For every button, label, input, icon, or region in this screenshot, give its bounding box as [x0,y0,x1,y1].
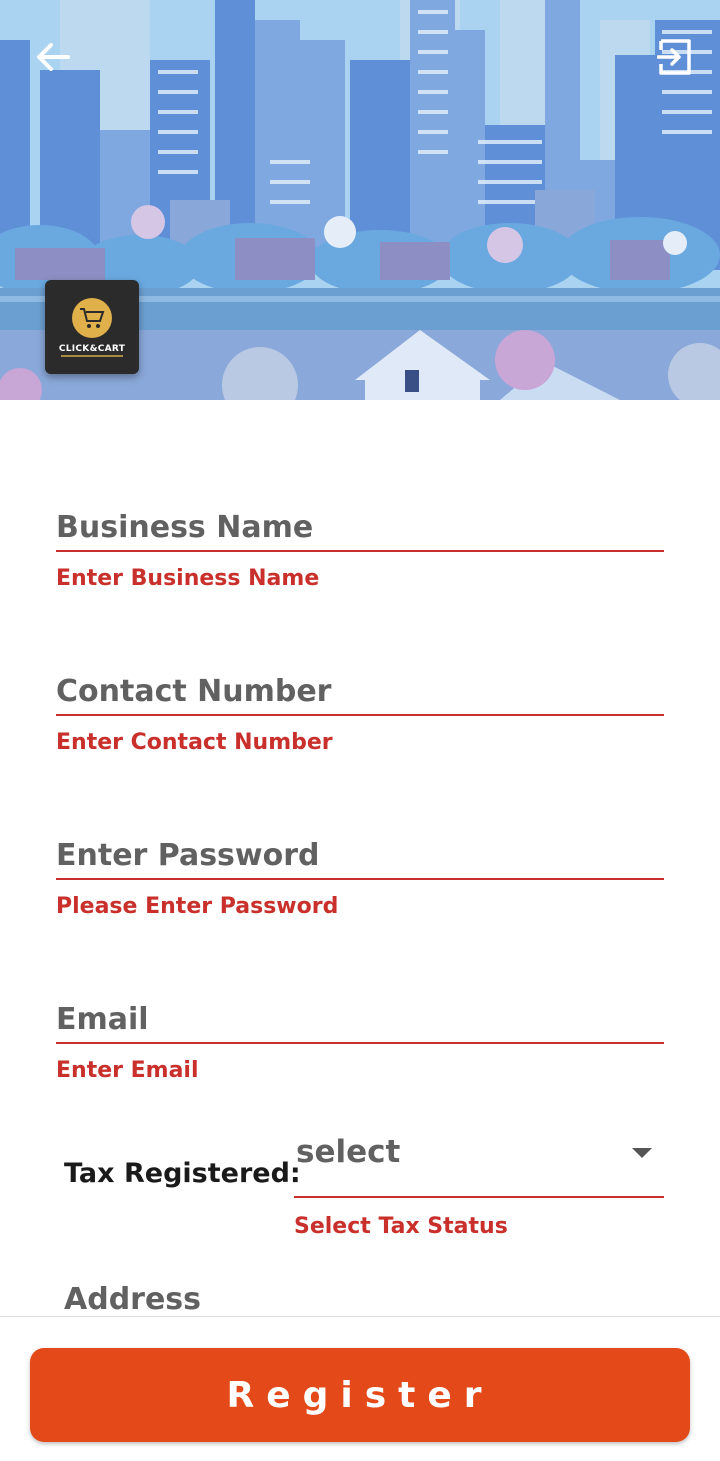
header-banner: CLICK&CART [0,0,720,400]
contact-number-input[interactable] [56,598,664,716]
exit-to-app-icon [657,39,691,75]
logo-text: CLICK&CART [58,343,126,354]
contact-number-error: Enter Contact Number [56,730,333,755]
tax-registered-label: Tax Registered: [64,1158,301,1189]
password-field: Please Enter Password [56,762,664,919]
email-input[interactable] [56,926,664,1044]
email-error: Enter Email [56,1058,199,1083]
logo-tagline-line [61,354,123,357]
business-name-error: Enter Business Name [56,566,320,591]
address-input[interactable] [64,1282,664,1316]
app-logo: CLICK&CART [45,280,139,374]
password-input[interactable] [56,762,664,880]
cart-icon [72,297,112,338]
tax-status-value: select [296,1134,401,1170]
dropdown-caret-icon [632,1148,652,1158]
password-error: Please Enter Password [56,894,339,919]
back-button[interactable] [30,34,76,80]
register-button[interactable]: Register [30,1348,690,1442]
login-button[interactable] [650,32,700,82]
contact-number-field: Enter Contact Number [56,598,664,755]
bottom-action-bar: Register [0,1316,720,1461]
tax-status-error: Select Tax Status [294,1214,508,1239]
business-name-field: Enter Business Name [56,434,664,591]
email-field: Enter Email [56,926,664,1083]
business-name-input[interactable] [56,434,664,552]
arrow-left-icon [37,43,70,71]
tax-status-dropdown[interactable]: select [294,1120,664,1198]
